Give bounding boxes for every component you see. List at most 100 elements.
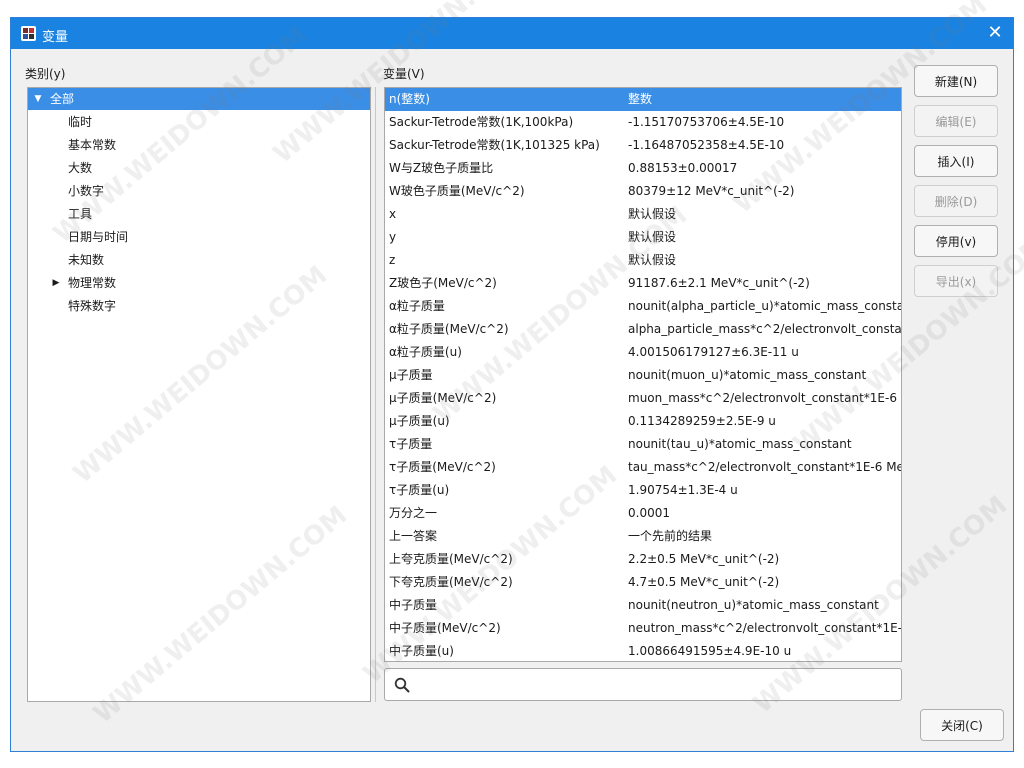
export-button[interactable]: 导出(x) [914,265,998,297]
variable-value: 默认假设 [628,253,677,267]
new-button[interactable]: 新建(N) [914,65,998,97]
category-item-label: 日期与时间 [68,230,129,244]
variables-label: 变量(V) [383,67,425,81]
list-item[interactable]: μ子质量(u) 0.1134289259±2.5E-9 u [385,410,901,433]
edit-button[interactable]: 编辑(E) [914,105,998,137]
list-item[interactable]: τ子质量 nounit(tau_u)*atomic_mass_constant [385,433,901,456]
list-item[interactable]: y 默认假设 [385,226,901,249]
variable-name: α粒子质量 [389,299,445,313]
variable-name: z [389,253,396,267]
variable-value: 4.001506179127±6.3E-11 u [628,345,799,359]
variable-name: W玻色子质量(MeV/c^2) [389,184,525,198]
insert-button[interactable]: 插入(I) [914,145,998,177]
variable-value: 一个先前的结果 [628,529,713,543]
list-item[interactable]: α粒子质量(MeV/c^2) alpha_particle_mass*c^2/el… [385,318,901,341]
variable-value: 4.7±0.5 MeV*c_unit^(-2) [628,575,780,589]
variable-name: τ子质量(MeV/c^2) [389,460,496,474]
category-tree[interactable]: ▼ 全部临时基本常数大数小数字工具日期与时间未知数 ▶ 物理常数特殊数字 [27,87,371,702]
variable-name: μ子质量 [389,368,433,382]
variable-value: tau_mass*c^2/electronvolt_constant*1E-6 … [628,460,901,474]
variable-name: y [389,230,397,244]
list-item[interactable]: α粒子质量(u) 4.001506179127±6.3E-11 u [385,341,901,364]
list-item[interactable]: z 默认假设 [385,249,901,272]
category-item-label: 基本常数 [68,138,117,152]
category-item[interactable]: 基本常数 [28,134,370,156]
variable-value: -1.16487052358±4.5E-10 [628,138,785,152]
list-header-row[interactable]: n(整数) 整数 [385,88,901,111]
list-item[interactable]: 中子质量 nounit(neutron_u)*atomic_mass_consta… [385,594,901,617]
search-box[interactable] [384,668,902,701]
category-item[interactable]: 小数字 [28,180,370,202]
category-item-label: 物理常数 [68,276,117,290]
list-item[interactable]: 上夸克质量(MeV/c^2) 2.2±0.5 MeV*c_unit^(-2) [385,548,901,571]
category-item-label: 工具 [68,207,93,221]
delete-button[interactable]: 删除(D) [914,185,998,217]
collapse-arrow-icon[interactable]: ▶ [50,272,62,294]
variable-value: nounit(alpha_particle_u)*atomic_mass_con… [628,299,901,313]
list-item[interactable]: Z玻色子(MeV/c^2) 91187.6±2.1 MeV*c_unit^(-2) [385,272,901,295]
category-item[interactable]: 特殊数字 [28,295,370,317]
variable-name: 下夸克质量(MeV/c^2) [389,575,513,589]
list-item[interactable]: 万分之一 0.0001 [385,502,901,525]
close-button[interactable]: 关闭(C) [920,709,1004,741]
app-icon [21,26,36,41]
variable-name: τ子质量(u) [389,483,450,497]
variable-name: α粒子质量(MeV/c^2) [389,322,509,336]
category-item[interactable]: 日期与时间 [28,226,370,248]
list-item[interactable]: μ子质量(MeV/c^2) muon_mass*c^2/electronvolt_… [385,387,901,410]
list-item[interactable]: 上一答案 一个先前的结果 [385,525,901,548]
close-window-icon[interactable]: ✕ [981,20,1009,46]
variable-value: 91187.6±2.1 MeV*c_unit^(-2) [628,276,810,290]
category-item-label: 小数字 [68,184,105,198]
category-item[interactable]: 大数 [28,157,370,179]
search-input[interactable] [417,673,897,698]
variable-name: α粒子质量(u) [389,345,462,359]
variable-name: n(整数) [389,92,430,106]
list-item[interactable]: τ子质量(MeV/c^2) tau_mass*c^2/electronvolt_c… [385,456,901,479]
variable-name: 上一答案 [389,529,438,543]
variable-name: 中子质量(MeV/c^2) [389,621,501,635]
category-item[interactable]: ▼ 全部 [28,88,370,110]
category-item-label: 未知数 [68,253,105,267]
list-item[interactable]: Sackur-Tetrode常数(1K,100kPa) -1.1517075370… [385,111,901,134]
category-item[interactable]: ▶ 物理常数 [28,272,370,294]
list-item[interactable]: μ子质量 nounit(muon_u)*atomic_mass_constant [385,364,901,387]
variable-name: 中子质量 [389,598,438,612]
category-item-label: 特殊数字 [68,299,117,313]
list-item[interactable]: 中子质量(MeV/c^2) neutron_mass*c^2/electronvo… [385,617,901,640]
list-item[interactable]: W与Z玻色子质量比 0.88153±0.00017 [385,157,901,180]
variable-name: 中子质量(u) [389,644,454,658]
variable-value: 80379±12 MeV*c_unit^(-2) [628,184,795,198]
list-item[interactable]: x 默认假设 [385,203,901,226]
list-item[interactable]: 中子质量(u) 1.00866491595±4.9E-10 u [385,640,901,661]
variable-value: 0.0001 [628,506,670,520]
category-item[interactable]: 临时 [28,111,370,133]
title-bar: 变量 ✕ [11,18,1013,49]
variable-value: -1.15170753706±4.5E-10 [628,115,785,129]
category-item-label: 临时 [68,115,93,129]
panel-splitter[interactable] [375,87,376,702]
category-item[interactable]: 未知数 [28,249,370,271]
variables-list[interactable]: n(整数) 整数 Sackur-Tetrode常数(1K,100kPa) -1.151… [384,87,902,662]
list-item[interactable]: 下夸克质量(MeV/c^2) 4.7±0.5 MeV*c_unit^(-2) [385,571,901,594]
category-item-label: 全部 [50,92,75,106]
variable-name: 万分之一 [389,506,438,520]
window-title: 变量 [42,30,69,45]
variable-value: 整数 [628,92,653,106]
list-item[interactable]: Sackur-Tetrode常数(1K,101325 kPa) -1.164870… [385,134,901,157]
list-item[interactable]: W玻色子质量(MeV/c^2) 80379±12 MeV*c_unit^(-2) [385,180,901,203]
list-item[interactable]: τ子质量(u) 1.90754±1.3E-4 u [385,479,901,502]
variable-value: 1.90754±1.3E-4 u [628,483,738,497]
category-item[interactable]: 工具 [28,203,370,225]
disable-button[interactable]: 停用(v) [914,225,998,257]
variable-name: Sackur-Tetrode常数(1K,101325 kPa) [389,138,600,152]
search-icon [394,677,410,693]
list-item[interactable]: α粒子质量 nounit(alpha_particle_u)*atomic_mas… [385,295,901,318]
variable-name: Z玻色子(MeV/c^2) [389,276,497,290]
category-label: 类别(y) [25,67,66,81]
variable-value: 默认假设 [628,230,677,244]
variable-value: 0.88153±0.00017 [628,161,738,175]
variable-value: nounit(muon_u)*atomic_mass_constant [628,368,867,382]
expand-arrow-icon[interactable]: ▼ [32,88,44,110]
variable-value: neutron_mass*c^2/electronvolt_constant*1… [628,621,901,635]
